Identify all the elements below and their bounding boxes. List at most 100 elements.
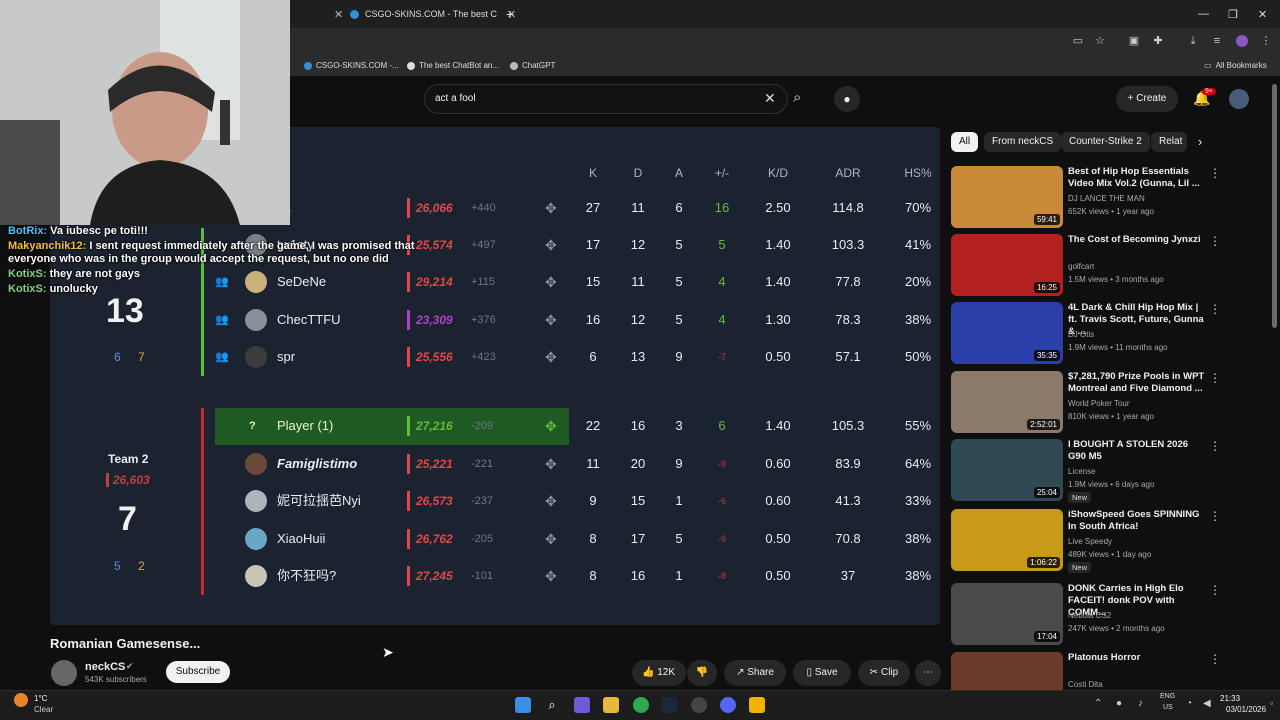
download-icon[interactable]: ⤓ [1187, 35, 1199, 47]
video-thumbnail[interactable]: 35:35 [951, 302, 1063, 364]
recommended-video[interactable]: 17:04 DONK Carries in High Elo FACEIT! do… [951, 583, 1261, 647]
recommended-video[interactable]: 16:25 The Cost of Becoming Jynxzi golfcart… [951, 234, 1261, 298]
minimize-button[interactable]: — [1198, 0, 1209, 28]
video-channel[interactable]: License [1068, 467, 1096, 476]
app-icon[interactable] [749, 697, 765, 713]
notification-center-icon[interactable]: ▫ [1270, 698, 1273, 708]
video-thumbnail[interactable]: 59:41 [951, 166, 1063, 228]
video-title[interactable]: Platonus Horror [1068, 652, 1208, 664]
video-thumbnail[interactable]: 2:52:01 [951, 371, 1063, 433]
puzzle-icon[interactable]: ✚ [1152, 35, 1164, 47]
video-channel[interactable]: DJ LANCE THE MAN [1068, 194, 1145, 203]
like-count: 12K [657, 667, 676, 678]
like-button[interactable]: 👍 12K [632, 660, 686, 686]
discord-icon[interactable] [720, 697, 736, 713]
more-actions-button[interactable]: ⋯ [915, 660, 941, 686]
profile-avatar-icon[interactable] [1236, 35, 1248, 47]
start-icon[interactable] [515, 697, 531, 713]
file-explorer-icon[interactable] [603, 697, 619, 713]
plus-icon: + [1127, 93, 1137, 104]
recommended-video[interactable]: 35:35 4L Dark & Chill Hip Hop Mix | ft. T… [951, 302, 1261, 366]
steam-icon[interactable] [661, 697, 677, 713]
chat-username: Makyanchik12: [8, 240, 87, 252]
chip-counter-strike[interactable]: Counter-Strike 2 [1061, 132, 1150, 152]
wifi-icon[interactable]: ◔ [1186, 698, 1192, 709]
weather-icon[interactable] [14, 693, 28, 707]
video-title[interactable]: I BOUGHT A STOLEN 2026 G90 M5 [1068, 439, 1208, 463]
more-options-icon[interactable]: ⋮ [1209, 583, 1221, 597]
more-options-icon[interactable]: ⋮ [1209, 509, 1221, 523]
recommended-video[interactable]: 25:04 I BOUGHT A STOLEN 2026 G90 M5 Licens… [951, 439, 1261, 503]
cast-icon[interactable]: ▭ [1072, 35, 1084, 47]
chip-all[interactable]: All [951, 132, 979, 152]
video-thumbnail[interactable]: 25:04 [951, 439, 1063, 501]
search-taskbar-icon[interactable]: ⌕ [544, 697, 560, 713]
video-channel[interactable]: Live Speedy [1068, 537, 1112, 546]
video-thumbnail[interactable]: 17:04 [951, 583, 1063, 645]
clip-button[interactable]: ✂ Clip [858, 660, 910, 686]
dislike-button[interactable]: 👎 [687, 660, 717, 686]
video-title[interactable]: iShowSpeed Goes SPINNING In South Africa… [1068, 509, 1208, 533]
video-title[interactable]: The Cost of Becoming Jynxzi [1068, 234, 1208, 246]
mic-icon[interactable]: ● [834, 86, 860, 112]
search-icon[interactable]: ⌕ [793, 89, 801, 106]
bookmark-csgo[interactable]: CSGO-SKINS.COM -... [304, 61, 399, 70]
chip-from-channel[interactable]: From neckCS [984, 132, 1062, 152]
scrollbar-thumb[interactable] [1272, 84, 1277, 328]
party-icon: 👥 [215, 314, 229, 326]
menu-icon[interactable]: ⋮ [1260, 35, 1272, 47]
video-channel[interactable]: Nebula CS2 [1068, 611, 1111, 620]
more-options-icon[interactable]: ⋮ [1209, 166, 1221, 180]
bookmark-chatgpt[interactable]: ChatGPT [510, 61, 555, 70]
close-window-button[interactable]: ✕ [1258, 0, 1267, 28]
more-options-icon[interactable]: ⋮ [1209, 652, 1221, 666]
tab-csgo-skins[interactable]: CSGO-SKINS.COM - The best C ✕ [350, 0, 516, 28]
channel-avatar[interactable] [51, 660, 77, 686]
video-duration: 59:41 [1033, 214, 1060, 225]
obs-icon[interactable] [691, 697, 707, 713]
create-button[interactable]: + Create [1116, 86, 1178, 112]
more-options-icon[interactable]: ⋮ [1209, 371, 1221, 385]
more-options-icon[interactable]: ⋮ [1209, 302, 1221, 316]
stat-hs: 20% [904, 274, 932, 289]
mic-tray-icon[interactable]: ♪ [1138, 698, 1143, 709]
share-button[interactable]: ↗ Share [724, 660, 786, 686]
volume-icon[interactable]: ◀ [1203, 698, 1211, 709]
video-title[interactable]: $7,281,790 Prize Pools in WPT Montreal a… [1068, 371, 1208, 395]
bookmark-star-icon[interactable]: ☆ [1094, 35, 1106, 47]
all-bookmarks[interactable]: ▭ All Bookmarks [1204, 61, 1267, 70]
tab-label: CSGO-SKINS.COM - The best C [365, 9, 497, 19]
video-channel[interactable]: DJ Otis [1068, 330, 1094, 339]
tab-close-prev[interactable]: ✕ [324, 0, 343, 28]
video-thumbnail[interactable]: 1:06:22 [951, 509, 1063, 571]
new-tab-button[interactable]: + [506, 0, 514, 28]
account-avatar[interactable] [1229, 89, 1249, 109]
media-icon[interactable]: ≡ [1211, 35, 1223, 47]
extension-icon[interactable]: ▣ [1128, 35, 1140, 47]
video-channel[interactable]: World Poker Tour [1068, 399, 1130, 408]
network-tray-icon[interactable]: ● [1116, 698, 1122, 709]
chrome-icon[interactable] [633, 697, 649, 713]
recommended-video[interactable]: 59:41 Best of Hip Hop Essentials Video Mi… [951, 166, 1261, 230]
more-options-icon[interactable]: ⋮ [1209, 234, 1221, 248]
video-thumbnail[interactable]: 16:25 [951, 234, 1063, 296]
clear-search-icon[interactable]: ✕ [764, 90, 776, 107]
copilot-icon[interactable] [574, 697, 590, 713]
clock-time[interactable]: 21:33 [1220, 694, 1240, 703]
channel-name[interactable]: neckCS [85, 661, 125, 673]
recommended-video[interactable]: 1:06:22 iShowSpeed Goes SPINNING In South… [951, 509, 1261, 573]
more-options-icon[interactable]: ⋮ [1209, 439, 1221, 453]
chip-related[interactable]: Relat [1151, 132, 1187, 152]
bookmark-chatbot[interactable]: The best ChatBot an... [407, 61, 499, 70]
maximize-button[interactable]: ❐ [1228, 0, 1238, 28]
chevron-right-icon[interactable]: › [1198, 134, 1202, 149]
language-code[interactable]: ENG [1160, 693, 1175, 700]
subscribe-button[interactable]: Subscribe [166, 661, 230, 683]
recommended-video[interactable]: 2:52:01 $7,281,790 Prize Pools in WPT Mon… [951, 371, 1261, 435]
tray-chevron-icon[interactable]: ⌃ [1094, 698, 1102, 709]
video-channel[interactable]: golfcart [1068, 262, 1094, 271]
video-channel[interactable]: Costi Dita [1068, 680, 1103, 689]
save-button[interactable]: ▯ Save [793, 660, 851, 686]
search-input[interactable]: act a fool [424, 84, 788, 114]
video-title[interactable]: Best of Hip Hop Essentials Video Mix Vol… [1068, 166, 1208, 190]
